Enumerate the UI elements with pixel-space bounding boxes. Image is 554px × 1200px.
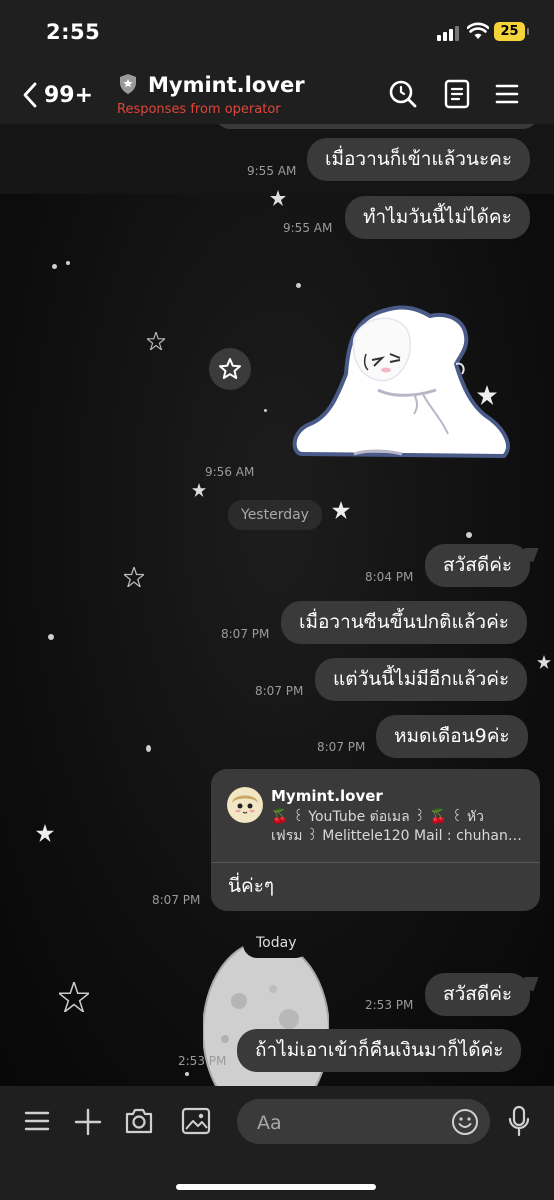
home-indicator xyxy=(176,1184,376,1190)
reply-message-card[interactable]: Mymint.lover 🍒 ꒰ YouTube ต่อเมล ꒱ 🍒 ꒰ หั… xyxy=(211,769,540,911)
message-bubble[interactable]: สวัสดีค่ะ xyxy=(425,544,531,587)
message-time: 8:04 PM xyxy=(365,570,414,584)
microphone-icon[interactable] xyxy=(508,1105,530,1137)
background-star-icon xyxy=(192,483,206,497)
message-text: นี่ค่ะๆ xyxy=(228,875,275,897)
chat-name[interactable]: Mymint.lover xyxy=(148,73,305,97)
background-star-icon xyxy=(332,501,350,519)
message-text: สวัสดีค่ะ xyxy=(443,554,513,576)
back-button[interactable]: 99+ xyxy=(22,82,93,108)
message-bubble[interactable]: เมื่อวานซีนขึ้นปกติแล้วค่ะ xyxy=(281,601,527,644)
background-star-icon xyxy=(147,332,165,350)
message-bubble[interactable]: หมดเดือน9ค่ะ xyxy=(376,715,528,758)
avatar xyxy=(227,787,263,823)
message-input-field[interactable] xyxy=(237,1099,490,1146)
chat-header: 99+ Mymint.lover Responses from operator xyxy=(0,62,554,124)
back-chevron-icon xyxy=(23,82,37,108)
background-star-icon xyxy=(537,655,551,669)
message-time: 9:55 AM xyxy=(247,164,297,178)
message-text: สวัสดีค่ะ xyxy=(443,983,513,1005)
avatar-face-icon xyxy=(228,788,262,822)
message-text: เมื่อวานก็เข้าแล้วนะคะ xyxy=(325,148,513,170)
plus-icon[interactable] xyxy=(74,1108,102,1136)
list-icon[interactable] xyxy=(24,1110,50,1132)
background-dot xyxy=(48,634,54,640)
message-text: เมื่อวานซีนขึ้นปกติแล้วค่ะ xyxy=(299,611,509,633)
quoted-sender-name: Mymint.lover xyxy=(271,787,383,805)
quoted-text: 🍒 ꒰ YouTube ต่อเมล ꒱ 🍒 ꒰ หัว เฟรม ꒱ Meli… xyxy=(271,808,526,846)
signal-icon xyxy=(437,26,459,41)
battery-icon: 25 xyxy=(494,22,529,41)
quoted-line-2: เฟรม ꒱ Melittele120 Mail : chuhanngocmai… xyxy=(271,828,526,844)
message-time: 2:53 PM xyxy=(178,1054,227,1068)
message-input[interactable] xyxy=(255,1099,449,1146)
message-text: หมดเดือน9ค่ะ xyxy=(394,725,510,747)
background-star-icon xyxy=(59,982,89,1012)
background-dot xyxy=(466,532,472,538)
background-star-icon xyxy=(124,567,144,587)
message-time: 8:07 PM xyxy=(255,684,304,698)
sticker-ghost-cat[interactable] xyxy=(290,304,512,464)
message-bubble[interactable]: แต่วันนี้ไม่มีอีกแล้วค่ะ xyxy=(315,658,528,701)
emoji-icon[interactable] xyxy=(451,1108,479,1136)
wifi-icon xyxy=(467,22,489,39)
message-bubble-cropped[interactable] xyxy=(214,124,539,129)
background-dot xyxy=(185,1072,189,1076)
divider xyxy=(211,862,540,863)
image-icon[interactable] xyxy=(181,1107,211,1135)
battery-level: 25 xyxy=(500,24,519,39)
background-dot xyxy=(52,264,57,269)
background-star-icon xyxy=(270,190,286,206)
favorite-sticker-button[interactable] xyxy=(209,348,251,390)
date-separator-yesterday: Yesterday xyxy=(228,500,322,530)
notes-icon[interactable] xyxy=(444,79,470,109)
status-time: 2:55 xyxy=(46,20,101,44)
menu-icon[interactable] xyxy=(495,83,519,105)
unread-count: 99+ xyxy=(44,82,94,108)
search-icon[interactable] xyxy=(388,79,418,109)
chat-area[interactable]: เมื่อวานก็เข้าแล้วนะคะ 9:55 AM ทำไมวันนี… xyxy=(0,124,554,1086)
star-icon xyxy=(219,358,241,379)
message-bubble[interactable]: เมื่อวานก็เข้าแล้วนะคะ xyxy=(307,138,531,181)
background-dot xyxy=(296,283,301,288)
background-dot xyxy=(264,409,267,412)
message-time: 2:53 PM xyxy=(365,998,414,1012)
message-time: 8:07 PM xyxy=(317,740,366,754)
background-dot xyxy=(146,745,151,752)
message-text: ถ้าไม่เอาเข้าก็คืนเงินมาก็ได้ค่ะ xyxy=(255,1039,504,1061)
date-separator-today: Today xyxy=(243,928,310,958)
camera-icon[interactable] xyxy=(124,1107,154,1135)
verified-shield-icon xyxy=(120,74,136,94)
message-bubble[interactable]: ทำไมวันนี้ไม่ได้คะ xyxy=(345,196,530,239)
message-text: แต่วันนี้ไม่มีอีกแล้วค่ะ xyxy=(333,668,510,690)
message-time: 9:56 AM xyxy=(205,465,255,479)
message-time: 8:07 PM xyxy=(221,627,270,641)
quoted-line-1: 🍒 ꒰ YouTube ต่อเมล ꒱ 🍒 ꒰ หัว xyxy=(271,809,484,825)
message-text: ทำไมวันนี้ไม่ได้คะ xyxy=(363,206,512,228)
status-bar: 2:55 25 xyxy=(0,0,554,62)
background-dot xyxy=(66,261,70,265)
message-input-bar xyxy=(0,1086,554,1200)
message-time: 8:07 PM xyxy=(152,893,201,907)
message-bubble[interactable]: ถ้าไม่เอาเข้าก็คืนเงินมาก็ได้ค่ะ xyxy=(237,1029,522,1072)
message-bubble[interactable]: สวัสดีค่ะ xyxy=(425,973,531,1016)
operator-subtitle: Responses from operator xyxy=(117,102,281,117)
message-time: 9:55 AM xyxy=(283,221,333,235)
background-star-icon xyxy=(36,824,54,842)
